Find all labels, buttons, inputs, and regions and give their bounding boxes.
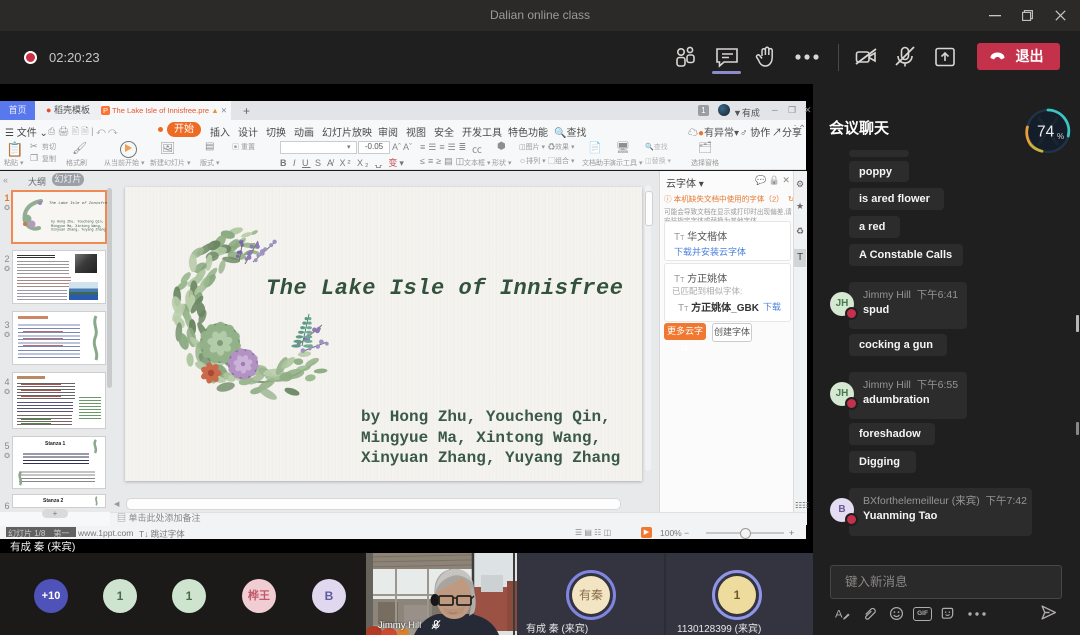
svg-text:%: % [1057, 132, 1064, 141]
svg-text:74: 74 [1037, 124, 1055, 141]
svg-text:A: A [835, 608, 843, 620]
